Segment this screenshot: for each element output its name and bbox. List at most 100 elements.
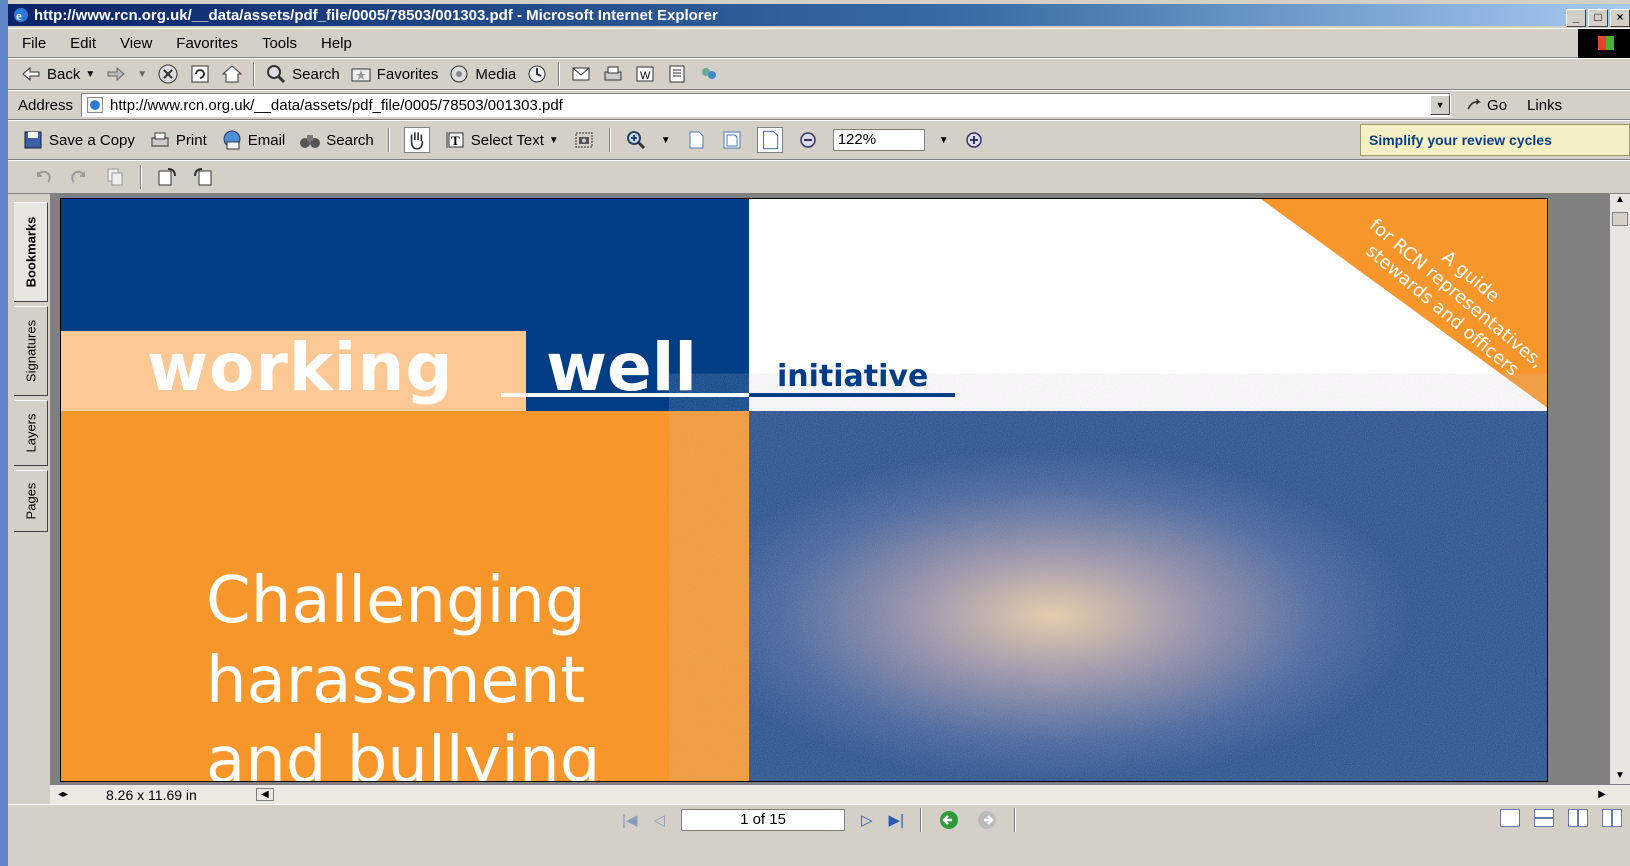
acrobat-search-button[interactable]: Search [299, 129, 374, 151]
rotate-counterclockwise-icon[interactable] [192, 166, 214, 188]
messenger-icon[interactable] [698, 63, 720, 85]
edit-icon[interactable]: W [634, 63, 656, 85]
previous-page-icon[interactable]: ◁ [653, 811, 665, 829]
maximize-button[interactable]: □ [1588, 9, 1608, 27]
zoom-in-icon[interactable] [625, 129, 647, 151]
page-size-readout: 8.26 x 11.69 in [106, 786, 197, 803]
favorites-star-icon [351, 68, 371, 82]
go-arrow-icon [1467, 98, 1482, 110]
hand-tool-icon[interactable] [403, 127, 430, 153]
facing-pages-icon[interactable] [1568, 809, 1588, 827]
menu-tools[interactable]: Tools [262, 35, 297, 52]
copy-icon[interactable] [104, 166, 126, 188]
word-well: well [546, 329, 697, 406]
printer-icon [151, 132, 169, 147]
stop-icon[interactable] [157, 63, 179, 85]
scroll-up-button[interactable]: ▲ [1610, 194, 1630, 208]
binoculars-icon [300, 135, 321, 148]
save-copy-label: Save a Copy [49, 131, 135, 149]
continuous-icon[interactable] [1534, 809, 1554, 827]
first-page-icon[interactable]: |◀ [622, 811, 637, 829]
document-view[interactable]: working well initiative A guide for RCN … [50, 194, 1630, 784]
go-forward-icon[interactable] [976, 809, 998, 831]
zoom-input[interactable]: 122% [832, 129, 925, 151]
close-button[interactable]: × [1610, 9, 1630, 27]
chevron-down-icon[interactable]: ▼ [661, 135, 671, 146]
chevron-down-icon[interactable]: ▼ [85, 69, 95, 80]
fit-width-icon[interactable] [756, 127, 783, 153]
links-button[interactable]: Links [1527, 97, 1562, 114]
go-button[interactable]: Go [1465, 96, 1507, 114]
select-text-button[interactable]: T Select Text ▼ [444, 129, 559, 151]
favorites-button[interactable]: Favorites [350, 63, 439, 85]
address-url: http://www.rcn.org.uk/__data/assets/pdf_… [110, 96, 563, 114]
chevron-down-icon[interactable]: ▼ [939, 135, 949, 146]
media-icon [450, 65, 468, 83]
last-page-icon[interactable]: ▶| [889, 811, 904, 829]
actual-size-icon[interactable] [685, 129, 707, 151]
discuss-icon[interactable] [666, 63, 688, 85]
toolbar-separator [1013, 807, 1016, 832]
horizontal-scrollbar[interactable]: ◂▸ 8.26 x 11.69 in ◀ ▶ [50, 784, 1630, 804]
split-handle-icon[interactable]: ◂▸ [50, 789, 76, 800]
email-button[interactable]: Email [221, 129, 285, 151]
chevron-down-icon[interactable]: ▼ [137, 69, 147, 80]
ie-toolbar: Back ▼ ▼ Search Favorites Media W [8, 58, 1630, 90]
home-icon[interactable] [221, 63, 243, 85]
address-input[interactable]: http://www.rcn.org.uk/__data/assets/pdf_… [81, 93, 1452, 117]
toolbar-separator [608, 128, 611, 152]
rotate-left-icon[interactable] [32, 166, 54, 188]
go-back-icon[interactable] [938, 809, 960, 831]
fit-page-icon[interactable] [721, 129, 743, 151]
word-working: working [147, 329, 454, 406]
page-number-input[interactable]: 1 of 15 [681, 808, 845, 831]
menu-file[interactable]: File [22, 35, 46, 52]
rotate-right-icon[interactable] [68, 166, 90, 188]
tab-layers[interactable]: Layers [14, 400, 48, 466]
mail-icon[interactable] [570, 63, 592, 85]
address-dropdown-button[interactable]: ▼ [1430, 95, 1451, 115]
zoom-plus-icon[interactable] [963, 129, 985, 151]
word-initiative: initiative [777, 359, 929, 394]
toolbar-separator [919, 807, 922, 832]
menu-edit[interactable]: Edit [70, 35, 96, 52]
toolbar-separator [253, 62, 256, 86]
scroll-right-button[interactable]: ▶ [1598, 789, 1606, 800]
tab-bookmarks[interactable]: Bookmarks [14, 202, 48, 302]
media-button[interactable]: Media [448, 63, 516, 85]
menu-help[interactable]: Help [321, 35, 352, 52]
back-label: Back [47, 65, 81, 83]
back-button[interactable]: Back ▼ [20, 63, 95, 85]
continuous-facing-icon[interactable] [1602, 809, 1622, 827]
forward-arrow-icon[interactable] [105, 63, 127, 85]
minimize-button[interactable]: _ [1566, 9, 1586, 27]
scroll-down-button[interactable]: ▼ [1610, 770, 1630, 784]
snapshot-camera-icon[interactable] [573, 129, 595, 151]
chevron-down-icon[interactable]: ▼ [549, 135, 559, 146]
scroll-thumb[interactable] [1612, 212, 1628, 226]
title-line-3: and bullying [206, 724, 601, 782]
vertical-scrollbar[interactable]: ▲ ▼ [1610, 194, 1630, 784]
favorites-label: Favorites [376, 65, 439, 83]
print-button[interactable]: Print [149, 129, 207, 151]
address-bar: Address http://www.rcn.org.uk/__data/ass… [8, 90, 1630, 120]
save-copy-button[interactable]: Save a Copy [22, 129, 135, 151]
next-page-icon[interactable]: ▷ [861, 811, 873, 829]
menu-view[interactable]: View [120, 35, 152, 52]
rotate-clockwise-icon[interactable] [156, 166, 178, 188]
menu-favorites[interactable]: Favorites [176, 35, 238, 52]
search-button[interactable]: Search [265, 63, 340, 85]
tab-pages[interactable]: Pages [14, 470, 48, 532]
single-page-icon[interactable] [1500, 809, 1520, 827]
refresh-icon[interactable] [189, 63, 211, 85]
promo-banner[interactable]: Simplify your review cycles [1360, 124, 1630, 156]
go-label: Go [1487, 96, 1508, 114]
zoom-out-icon[interactable] [797, 129, 819, 151]
toolbar-separator [140, 165, 142, 189]
scroll-left-button[interactable]: ◀ [256, 788, 274, 801]
title-line-2: harassment [206, 644, 586, 718]
printer-icon[interactable] [602, 63, 624, 85]
back-arrow-icon [22, 66, 40, 82]
tab-signatures[interactable]: Signatures [14, 306, 48, 396]
history-icon[interactable] [526, 63, 548, 85]
